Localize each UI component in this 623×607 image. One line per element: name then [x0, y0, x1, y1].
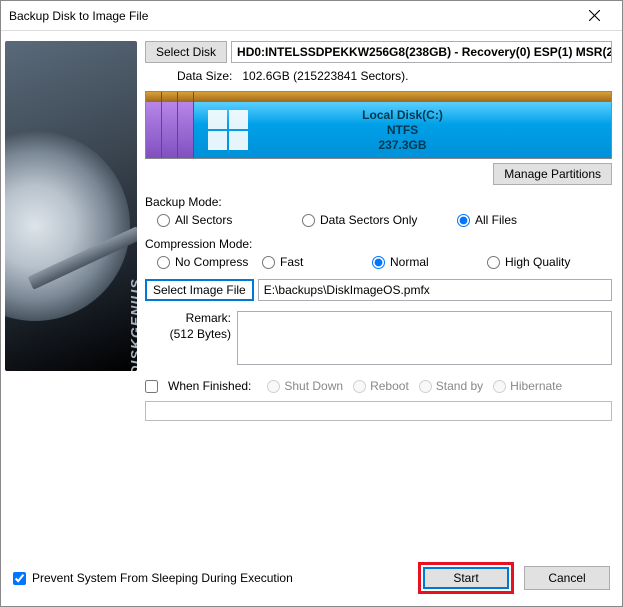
compress-none[interactable]: No Compress	[157, 255, 262, 269]
close-icon	[589, 10, 600, 21]
progress-bar	[145, 401, 612, 421]
windows-icon	[208, 110, 248, 150]
backup-mode-label: Backup Mode:	[145, 195, 612, 209]
compress-high[interactable]: High Quality	[487, 255, 570, 269]
data-size-label: Data Size: 102.6GB (215223841 Sectors).	[177, 69, 612, 83]
partition-small[interactable]	[146, 92, 162, 158]
select-image-file-button[interactable]: Select Image File	[145, 279, 254, 301]
wf-shutdown: Shut Down	[267, 379, 343, 393]
disk-path-field[interactable]: HD0:INTELSSDPEKKW256G8(238GB) - Recovery…	[231, 41, 612, 63]
select-disk-button[interactable]: Select Disk	[145, 41, 227, 63]
partition-map[interactable]: Local Disk(C:) NTFS 237.3GB	[145, 91, 612, 159]
title-bar: Backup Disk to Image File	[1, 1, 622, 31]
start-button[interactable]: Start	[423, 567, 509, 589]
backup-mode-group: All Sectors Data Sectors Only All Files	[157, 213, 612, 227]
close-button[interactable]	[574, 2, 614, 30]
partition-label: Local Disk(C:) NTFS 237.3GB	[362, 108, 443, 153]
backup-mode-data-sectors[interactable]: Data Sectors Only	[302, 213, 457, 227]
remark-label: Remark: (512 Bytes)	[145, 311, 237, 365]
when-finished-label: When Finished:	[168, 379, 251, 393]
image-file-path-field[interactable]: E:\backups\DiskImageOS.pmfx	[258, 279, 612, 301]
partition-main[interactable]: Local Disk(C:) NTFS 237.3GB	[194, 102, 611, 158]
when-finished-checkbox[interactable]	[145, 380, 158, 393]
prevent-sleep-checkbox[interactable]: Prevent System From Sleeping During Exec…	[13, 571, 293, 585]
start-button-highlight: Start	[418, 562, 514, 594]
compression-mode-label: Compression Mode:	[145, 237, 612, 251]
remark-textarea[interactable]	[237, 311, 612, 365]
backup-mode-all-sectors[interactable]: All Sectors	[157, 213, 302, 227]
cancel-button[interactable]: Cancel	[524, 566, 610, 590]
compression-mode-group: No Compress Fast Normal High Quality	[157, 255, 612, 269]
wf-hibernate: Hibernate	[493, 379, 562, 393]
partition-small[interactable]	[162, 92, 178, 158]
backup-mode-all-files[interactable]: All Files	[457, 213, 517, 227]
sidebar-brand-image: DISKGENIUS	[5, 41, 137, 371]
manage-partitions-button[interactable]: Manage Partitions	[493, 163, 612, 185]
compress-normal[interactable]: Normal	[372, 255, 487, 269]
wf-reboot: Reboot	[353, 379, 409, 393]
wf-standby: Stand by	[419, 379, 483, 393]
compress-fast[interactable]: Fast	[262, 255, 372, 269]
partition-small[interactable]	[178, 92, 194, 158]
brand-text: DISKGENIUS	[128, 278, 137, 371]
window-title: Backup Disk to Image File	[9, 9, 574, 23]
